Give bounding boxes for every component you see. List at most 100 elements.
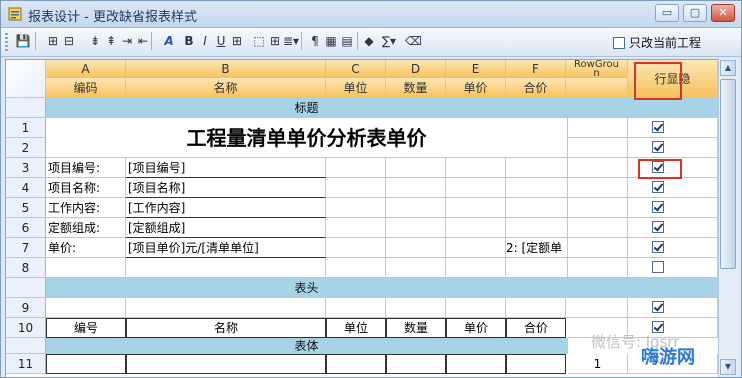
- row-visible-checkbox[interactable]: [652, 201, 664, 213]
- header-cell[interactable]: 编号: [46, 318, 126, 338]
- row-number[interactable]: [6, 98, 46, 118]
- cell-a[interactable]: 项目名称:: [46, 178, 126, 198]
- scroll-thumb[interactable]: [720, 79, 736, 269]
- header-cell[interactable]: 合价: [506, 318, 566, 338]
- cell-g[interactable]: [568, 258, 628, 278]
- cell-f[interactable]: [506, 198, 568, 218]
- row-visible-cell[interactable]: [628, 298, 718, 318]
- cell-col-g[interactable]: [566, 298, 628, 318]
- cell-col-e[interactable]: [446, 298, 506, 318]
- vertical-scrollbar[interactable]: ▲ ▼: [718, 59, 737, 377]
- header-cell[interactable]: 名称: [126, 318, 326, 338]
- body-cell[interactable]: [446, 354, 506, 374]
- row-number[interactable]: 1: [6, 118, 46, 138]
- header-cell[interactable]: 单位: [326, 318, 386, 338]
- cell-b[interactable]: [定额组成]: [126, 218, 326, 238]
- row-number[interactable]: 4: [6, 178, 46, 198]
- row-visible-checkbox[interactable]: [652, 261, 664, 273]
- row-visible-cell[interactable]: [628, 138, 718, 158]
- cell-b[interactable]: [项目单价]元/[清单单位]: [126, 238, 326, 258]
- insert-column-icon[interactable]: ⇥: [119, 33, 135, 49]
- cell-g[interactable]: [568, 178, 628, 198]
- grid-lines-icon[interactable]: ▤: [339, 33, 355, 49]
- delete-column-icon[interactable]: ⇤: [135, 33, 151, 49]
- underline-icon[interactable]: U: [213, 33, 229, 49]
- cell-col-a[interactable]: [46, 298, 126, 318]
- column-header-c[interactable]: C: [326, 60, 386, 78]
- column-header-b[interactable]: B: [126, 60, 326, 78]
- cell-col-e[interactable]: [446, 218, 506, 238]
- minimize-button[interactable]: ▭: [655, 4, 679, 22]
- body-cell[interactable]: [326, 354, 386, 374]
- cell-f[interactable]: [506, 178, 568, 198]
- cell-a[interactable]: [46, 258, 126, 278]
- body-cell[interactable]: [126, 354, 326, 374]
- format-icon[interactable]: ¶: [307, 33, 323, 49]
- unmerge-cells-icon[interactable]: ⊟: [61, 33, 77, 49]
- cell-col-e[interactable]: [446, 158, 506, 178]
- bold-icon[interactable]: B: [181, 33, 197, 49]
- italic-icon[interactable]: I: [197, 33, 213, 49]
- row-number[interactable]: [6, 278, 46, 298]
- row-visible-cell[interactable]: [628, 258, 718, 278]
- table-icon[interactable]: ▦: [323, 33, 339, 49]
- cell-col-d[interactable]: [386, 298, 446, 318]
- cell-col-c[interactable]: [326, 198, 386, 218]
- cell-col-c[interactable]: [326, 238, 386, 258]
- scroll-up-arrow-icon[interactable]: ▲: [720, 60, 736, 76]
- insert-row-icon[interactable]: ⇟: [87, 33, 103, 49]
- row-number[interactable]: 10: [6, 318, 46, 338]
- header-cell[interactable]: 数量: [386, 318, 446, 338]
- row-visible-cell[interactable]: [628, 118, 718, 138]
- no-border-icon[interactable]: ⬚: [251, 33, 267, 49]
- fill-color-icon[interactable]: ◆: [361, 33, 377, 49]
- row-number[interactable]: 3: [6, 158, 46, 178]
- body-cell[interactable]: [506, 354, 566, 374]
- cell-col-c[interactable]: [326, 218, 386, 238]
- row-visible-checkbox[interactable]: [652, 121, 664, 133]
- save-icon[interactable]: 💾: [15, 33, 31, 49]
- toolbar-grip[interactable]: [5, 33, 8, 51]
- cell-g[interactable]: 1: [568, 354, 628, 374]
- cell-g[interactable]: [568, 218, 628, 238]
- cell-col-d[interactable]: [386, 238, 446, 258]
- cell-col-d[interactable]: [386, 158, 446, 178]
- scroll-down-arrow-icon[interactable]: ▼: [720, 359, 736, 375]
- row-number[interactable]: 6: [6, 218, 46, 238]
- checkbox-box[interactable]: [613, 36, 625, 49]
- cell-a[interactable]: 工作内容:: [46, 198, 126, 218]
- cell-b[interactable]: [工作内容]: [126, 198, 326, 218]
- merge-cells-icon[interactable]: ⊞: [45, 33, 61, 49]
- row-number[interactable]: 11: [6, 354, 46, 374]
- cell-a[interactable]: 定额组成:: [46, 218, 126, 238]
- cell-col-d[interactable]: [386, 218, 446, 238]
- cell-col-e[interactable]: [446, 178, 506, 198]
- cell-b[interactable]: [项目编号]: [126, 158, 326, 178]
- cell-col-c[interactable]: [326, 258, 386, 278]
- body-cell[interactable]: [46, 354, 126, 374]
- cell-g[interactable]: [568, 118, 628, 138]
- cell-f[interactable]: [506, 218, 568, 238]
- maximize-button[interactable]: ▢: [683, 4, 707, 22]
- column-header-e[interactable]: E: [446, 60, 506, 78]
- cell-f[interactable]: [506, 258, 568, 278]
- cell-col-e[interactable]: [446, 198, 506, 218]
- row-visible-checkbox[interactable]: [652, 141, 664, 153]
- font-icon[interactable]: A: [161, 33, 177, 49]
- clear-format-icon[interactable]: ⌫: [405, 33, 422, 49]
- row-visible-cell[interactable]: [628, 218, 718, 238]
- cell-g[interactable]: [568, 138, 628, 158]
- cell-b[interactable]: [126, 258, 326, 278]
- row-visible-cell[interactable]: [628, 238, 718, 258]
- row-visible-checkbox[interactable]: [652, 181, 664, 193]
- row-number[interactable]: 8: [6, 258, 46, 278]
- cell-col-c[interactable]: [326, 178, 386, 198]
- row-number[interactable]: 9: [6, 298, 46, 318]
- cell-g[interactable]: [568, 158, 628, 178]
- cell-col-c[interactable]: [326, 298, 386, 318]
- row-number[interactable]: 2: [6, 138, 46, 158]
- close-button[interactable]: ✕: [711, 4, 735, 22]
- body-cell[interactable]: [386, 354, 446, 374]
- row-number[interactable]: 7: [6, 238, 46, 258]
- cell-a[interactable]: 项目编号:: [46, 158, 126, 178]
